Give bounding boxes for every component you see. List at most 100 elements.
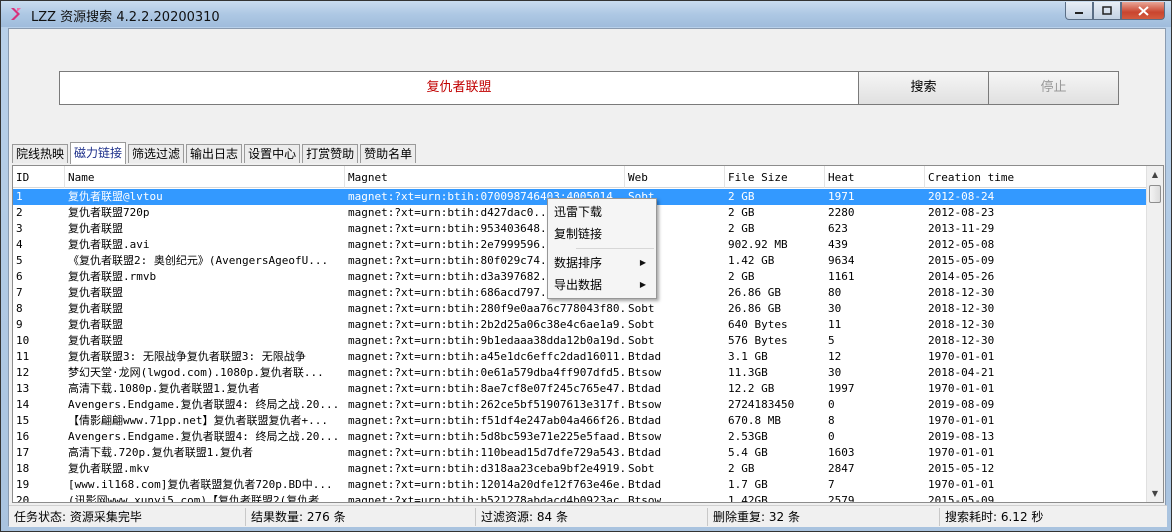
- cell-size: 1.7 GB: [728, 478, 768, 491]
- cell-id: 5: [16, 254, 23, 267]
- cell-heat: 11: [828, 318, 842, 331]
- cell-size: 1.42 GB: [728, 254, 775, 267]
- cell-time: 1970-01-01: [928, 478, 995, 491]
- column-header-web[interactable]: Web: [625, 166, 725, 188]
- close-icon: [1137, 5, 1149, 16]
- menu-item-export-data[interactable]: 导出数据 ▶: [550, 274, 654, 296]
- cell-time: 2018-12-30: [928, 334, 995, 347]
- scroll-thumb[interactable]: [1149, 185, 1161, 203]
- tab-output-log[interactable]: 输出日志: [186, 144, 243, 163]
- cell-time: 2019-08-13: [928, 430, 995, 443]
- cell-heat: 1971: [828, 190, 855, 203]
- table-row[interactable]: 16 Avengers.Endgame.复仇者联盟4: 终局之战.20... mag…: [13, 429, 1147, 445]
- search-input[interactable]: 复仇者联盟: [59, 71, 859, 105]
- maximize-icon: [1102, 6, 1112, 15]
- table-row[interactable]: 15 【倩影翩翩www.71pp.net】复仇者联盟复仇者+... magnet:?…: [13, 413, 1147, 429]
- cell-name: 复仇者联盟: [68, 286, 123, 299]
- table-row[interactable]: 10 复仇者联盟 magnet:?xt=urn:btih:9b1edaaa38dda…: [13, 333, 1147, 349]
- cell-web: Btsow: [628, 366, 662, 379]
- table-row[interactable]: 11 复仇者联盟3: 无限战争复仇者联盟3: 无限战争 magnet:?xt=urn…: [13, 349, 1147, 365]
- cell-size: 2 GB: [728, 270, 755, 283]
- column-header-creation-time[interactable]: Creation time: [925, 166, 1147, 188]
- cell-id: 13: [16, 382, 30, 395]
- cell-time: 1970-01-01: [928, 414, 995, 427]
- tab-sponsor-list[interactable]: 赞助名单: [360, 144, 417, 163]
- cell-magnet: magnet:?xt=urn:btih:b521278abdacd4b0923a…: [348, 494, 625, 503]
- table-header: ID Name Magnet Web File Size Heat Creati…: [13, 166, 1147, 188]
- app-logo-icon: [11, 8, 21, 20]
- table-row[interactable]: 14 Avengers.Endgame.复仇者联盟4: 终局之战.20... mag…: [13, 397, 1147, 413]
- cell-web: Sobt: [628, 334, 655, 347]
- cell-time: 2015-05-12: [928, 462, 995, 475]
- cell-time: 2018-12-30: [928, 286, 995, 299]
- cell-name: 复仇者联盟: [68, 302, 123, 315]
- cell-time: 1970-01-01: [928, 382, 995, 395]
- cell-magnet: magnet:?xt=urn:btih:8ae7cf8e07f245c765e4…: [348, 382, 625, 395]
- cell-web: Btdad: [628, 414, 662, 427]
- column-header-file-size[interactable]: File Size: [725, 166, 825, 188]
- column-header-heat[interactable]: Heat: [825, 166, 925, 188]
- cell-heat: 9634: [828, 254, 855, 267]
- stop-button[interactable]: 停止: [989, 71, 1119, 105]
- vertical-scrollbar[interactable]: ▲ ▼: [1146, 166, 1163, 502]
- table-row[interactable]: 12 梦幻天堂·龙网(lwgod.com).1080p.复仇者联... magnet…: [13, 365, 1147, 381]
- tab-now-showing[interactable]: 院线热映: [12, 144, 69, 163]
- cell-magnet: magnet:?xt=urn:btih:12014a20dfe12f763e46…: [348, 478, 625, 491]
- window-controls: [1065, 2, 1165, 20]
- cell-magnet: magnet:?xt=urn:btih:f51df4e247ab04a466f2…: [348, 414, 625, 427]
- tab-filter[interactable]: 筛选过滤: [128, 144, 185, 163]
- table-row[interactable]: 13 高清下载.1080p.复仇者联盟1.复仇者 magnet:?xt=urn:bt…: [13, 381, 1147, 397]
- menu-item-thunder-download[interactable]: 迅雷下载: [550, 201, 654, 223]
- table-row[interactable]: 9 复仇者联盟 magnet:?xt=urn:btih:2b2d25a06c38e4…: [13, 317, 1147, 333]
- cell-name: [www.il168.com]复仇者联盟复仇者720p.BD中...: [68, 478, 333, 491]
- close-button[interactable]: [1121, 2, 1165, 20]
- cell-heat: 0: [828, 430, 835, 443]
- cell-name: 复仇者联盟: [68, 222, 123, 235]
- cell-name: 梦幻天堂·龙网(lwgod.com).1080p.复仇者联...: [68, 366, 324, 379]
- cell-id: 10: [16, 334, 30, 347]
- table-row[interactable]: 18 复仇者联盟.mkv magnet:?xt=urn:btih:d318aa23c…: [13, 461, 1147, 477]
- tab-settings[interactable]: 设置中心: [244, 144, 301, 163]
- table-row[interactable]: 8 复仇者联盟 magnet:?xt=urn:btih:280f9e0aa76c77…: [13, 301, 1147, 317]
- status-result-count: 结果数量: 276 条: [245, 508, 475, 526]
- maximize-button[interactable]: [1093, 2, 1121, 20]
- cell-web: Btdad: [628, 478, 662, 491]
- table-row[interactable]: 19 [www.il168.com]复仇者联盟复仇者720p.BD中... magn…: [13, 477, 1147, 493]
- cell-size: 576 Bytes: [728, 334, 788, 347]
- cell-heat: 0: [828, 398, 835, 411]
- cell-size: 2.53GB: [728, 430, 768, 443]
- cell-web: Btdad: [628, 382, 662, 395]
- submenu-arrow-icon: ▶: [639, 280, 646, 289]
- scroll-up-icon[interactable]: ▲: [1147, 166, 1163, 183]
- cell-size: 12.2 GB: [728, 382, 775, 395]
- cell-id: 4: [16, 238, 23, 251]
- menu-item-copy-link[interactable]: 复制链接: [550, 223, 654, 245]
- table-row[interactable]: 20 (讯影网www.xunyi5.com)【复仇者联盟2(复仇者... magne…: [13, 493, 1147, 503]
- cell-time: 1970-01-01: [928, 350, 995, 363]
- column-header-id[interactable]: ID: [13, 166, 65, 188]
- cell-web: Sobt: [628, 318, 655, 331]
- search-button[interactable]: 搜索: [859, 71, 989, 105]
- minimize-button[interactable]: [1065, 2, 1093, 20]
- cell-web: Btdad: [628, 446, 662, 459]
- cell-id: 14: [16, 398, 30, 411]
- menu-item-sort-data[interactable]: 数据排序 ▶: [550, 252, 654, 274]
- table-row[interactable]: 17 高清下载.720p.复仇者联盟1.复仇者 magnet:?xt=urn:bti…: [13, 445, 1147, 461]
- scroll-down-icon[interactable]: ▼: [1147, 485, 1163, 502]
- cell-time: 2012-08-23: [928, 206, 995, 219]
- cell-name: 复仇者联盟.avi: [68, 238, 150, 251]
- cell-size: 26.86 GB: [728, 286, 781, 299]
- cell-id: 16: [16, 430, 30, 443]
- column-header-name[interactable]: Name: [65, 166, 345, 188]
- tab-magnet-links[interactable]: 磁力链接: [70, 142, 127, 164]
- cell-magnet: magnet:?xt=urn:btih:9b1edaaa38dda12b0a19…: [348, 334, 625, 347]
- cell-heat: 12: [828, 350, 842, 363]
- title-bar[interactable]: LZZ 资源搜索 4.2.2.20200310: [1, 1, 1171, 27]
- cell-time: 2018-12-30: [928, 302, 995, 315]
- menu-separator: [576, 248, 654, 249]
- cell-magnet: magnet:?xt=urn:btih:0e61a579dba4ff907dfd…: [348, 366, 625, 379]
- cell-name: 复仇者联盟720p: [68, 206, 150, 219]
- column-header-magnet[interactable]: Magnet: [345, 166, 625, 188]
- cell-size: 2 GB: [728, 190, 755, 203]
- tab-donate[interactable]: 打赏赞助: [302, 144, 359, 163]
